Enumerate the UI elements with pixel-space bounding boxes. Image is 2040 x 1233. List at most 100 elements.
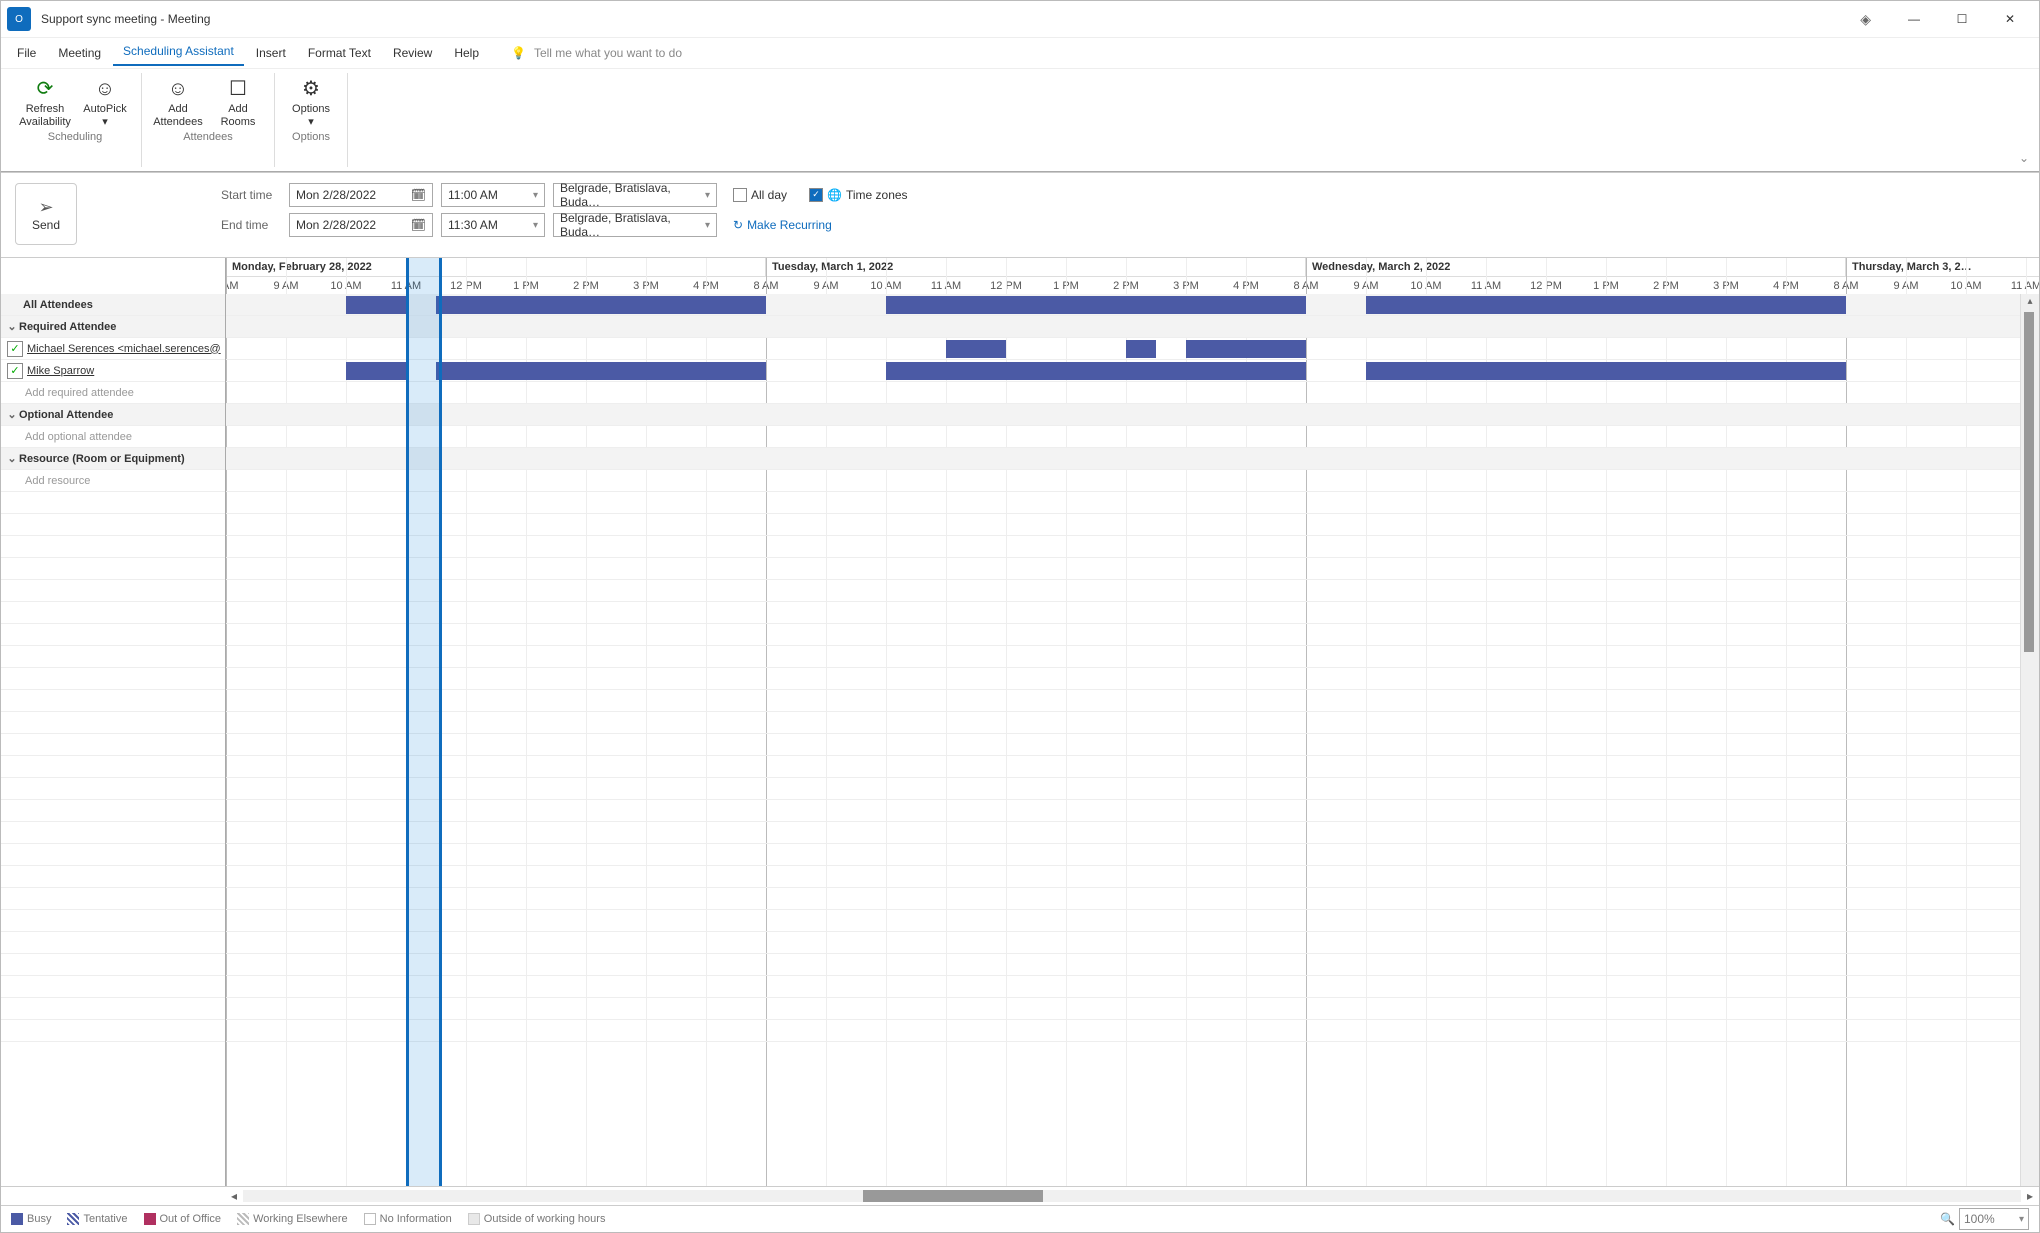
availability-row[interactable] <box>226 800 2039 822</box>
close-button[interactable]: ✕ <box>1987 5 2033 33</box>
all-day-checkbox[interactable]: All day <box>733 188 787 202</box>
zoom-control[interactable]: 🔍 100%▾ <box>1940 1208 2029 1230</box>
ribbon-collapse-icon[interactable]: ⌄ <box>2019 151 2029 165</box>
send-button[interactable]: ➢ Send <box>15 183 77 245</box>
all-attendees-header[interactable]: All Attendees <box>1 294 225 316</box>
availability-row[interactable] <box>226 404 2039 426</box>
availability-row[interactable] <box>226 316 2039 338</box>
make-recurring-link[interactable]: ↻Make Recurring <box>733 218 832 232</box>
tab-meeting[interactable]: Meeting <box>48 42 111 64</box>
tab-file[interactable]: File <box>7 42 46 64</box>
availability-row[interactable] <box>226 382 2039 404</box>
hour-label: 9 AM <box>1886 277 1926 295</box>
availability-row[interactable] <box>226 866 2039 888</box>
time-controls: ➢ Send Start time Mon 2/28/2022🗓 11:00 A… <box>1 173 2039 257</box>
maximize-button[interactable]: ☐ <box>1939 5 1985 33</box>
hour-label: 9 AM <box>1346 277 1386 295</box>
availability-row[interactable] <box>226 822 2039 844</box>
availability-row[interactable] <box>226 998 2039 1020</box>
start-timezone-input[interactable]: Belgrade, Bratislava, Buda…▾ <box>553 183 717 207</box>
start-time-input[interactable]: 11:00 AM▾ <box>441 183 545 207</box>
availability-row[interactable] <box>226 1020 2039 1042</box>
availability-row[interactable] <box>226 976 2039 998</box>
availability-row[interactable] <box>226 668 2039 690</box>
options-button[interactable]: ⚙Options▾ <box>283 73 339 129</box>
empty-row <box>1 910 225 932</box>
time-zones-checkbox[interactable]: 🌐Time zones <box>809 188 908 202</box>
availability-row[interactable] <box>226 338 2039 360</box>
zoom-input[interactable]: 100%▾ <box>1959 1208 2029 1230</box>
availability-row[interactable] <box>226 580 2039 602</box>
chevron-down-icon: ▾ <box>705 190 710 201</box>
scheduling-grid: All Attendees ⌄Required Attendee ✓Michae… <box>1 257 2039 1186</box>
refresh-availability-button[interactable]: ⟳RefreshAvailability <box>17 73 73 129</box>
scrollbar-thumb[interactable] <box>863 1190 1043 1202</box>
horizontal-scrollbar[interactable]: ◂ ▸ <box>1 1186 2039 1205</box>
availability-row[interactable] <box>226 470 2039 492</box>
availability-row[interactable] <box>226 448 2039 470</box>
scrollbar-thumb[interactable] <box>2024 312 2034 652</box>
vertical-scrollbar[interactable]: ▴ <box>2020 294 2039 1186</box>
busy-block <box>346 362 406 380</box>
empty-row <box>1 514 225 536</box>
required-attendee-header[interactable]: ⌄Required Attendee <box>1 316 225 338</box>
hour-label: 8 AM <box>226 277 246 295</box>
optional-attendee-header[interactable]: ⌄Optional Attendee <box>1 404 225 426</box>
start-date-input[interactable]: Mon 2/28/2022🗓 <box>289 183 433 207</box>
tab-review[interactable]: Review <box>383 42 442 64</box>
availability-row[interactable] <box>226 514 2039 536</box>
availability-row[interactable] <box>226 294 2039 316</box>
availability-row[interactable] <box>226 558 2039 580</box>
add-required-attendee-input[interactable]: Add required attendee <box>1 382 225 404</box>
add-attendees-button[interactable]: ☺AddAttendees <box>150 73 206 129</box>
tab-help[interactable]: Help <box>444 42 489 64</box>
premium-icon[interactable]: ◈ <box>1860 11 1871 28</box>
availability-row[interactable] <box>226 888 2039 910</box>
autopick-button[interactable]: ☺AutoPick▾ <box>77 73 133 129</box>
empty-row <box>1 602 225 624</box>
availability-row[interactable] <box>226 756 2039 778</box>
availability-row[interactable] <box>226 536 2039 558</box>
start-time-label: Start time <box>221 188 281 202</box>
add-optional-attendee-input[interactable]: Add optional attendee <box>1 426 225 448</box>
availability-row[interactable] <box>226 712 2039 734</box>
availability-rows[interactable] <box>226 294 2039 1186</box>
end-time-input[interactable]: 11:30 AM▾ <box>441 213 545 237</box>
ribbon-group-label: Options <box>292 131 330 143</box>
attendee-row[interactable]: ✓Mike Sparrow <box>1 360 225 382</box>
availability-row[interactable] <box>226 690 2039 712</box>
availability-row[interactable] <box>226 360 2039 382</box>
hour-label: 10 AM <box>1406 277 1446 295</box>
legend-bar: Busy Tentative Out of Office Working Els… <box>1 1205 2039 1232</box>
end-date-input[interactable]: Mon 2/28/2022🗓 <box>289 213 433 237</box>
attendee-row[interactable]: ✓Michael Serences <michael.serences@ <box>1 338 225 360</box>
availability-row[interactable] <box>226 910 2039 932</box>
resource-header[interactable]: ⌄Resource (Room or Equipment) <box>1 448 225 470</box>
minimize-button[interactable]: — <box>1891 5 1937 33</box>
availability-row[interactable] <box>226 844 2039 866</box>
end-timezone-input[interactable]: Belgrade, Bratislava, Buda…▾ <box>553 213 717 237</box>
checkbox-icon[interactable]: ✓ <box>7 363 23 379</box>
availability-row[interactable] <box>226 932 2039 954</box>
availability-row[interactable] <box>226 426 2039 448</box>
hour-label: 11 AM <box>386 277 426 295</box>
availability-row[interactable] <box>226 646 2039 668</box>
checkbox-icon[interactable]: ✓ <box>7 341 23 357</box>
hour-label: 4 PM <box>1766 277 1806 295</box>
availability-row[interactable] <box>226 602 2039 624</box>
availability-row[interactable] <box>226 778 2039 800</box>
availability-row[interactable] <box>226 734 2039 756</box>
availability-row[interactable] <box>226 624 2039 646</box>
day-header: Wednesday, March 2, 2022 <box>1306 258 1846 276</box>
availability-row[interactable] <box>226 954 2039 976</box>
hour-label: 2 PM <box>1646 277 1686 295</box>
tab-scheduling-assistant[interactable]: Scheduling Assistant <box>113 40 244 66</box>
tab-insert[interactable]: Insert <box>246 42 296 64</box>
tab-format-text[interactable]: Format Text <box>298 42 381 64</box>
bulb-icon: 💡 <box>511 46 526 60</box>
add-resource-input[interactable]: Add resource <box>1 470 225 492</box>
busy-block <box>436 296 766 314</box>
availability-row[interactable] <box>226 492 2039 514</box>
tell-me-search[interactable]: 💡 Tell me what you want to do <box>511 46 682 60</box>
add-rooms-button[interactable]: ☐AddRooms <box>210 73 266 129</box>
